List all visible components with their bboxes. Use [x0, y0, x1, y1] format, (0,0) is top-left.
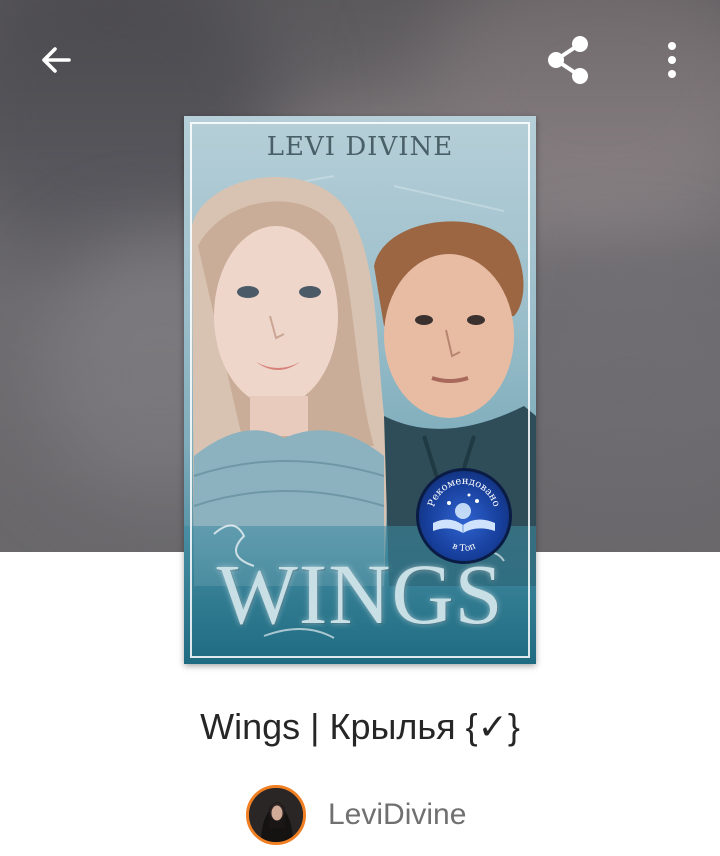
- story-title: Wings | Крылья {✓}: [200, 706, 520, 747]
- story-details-screen: LEVI DIVINE Рекомендовано в Топ WINGS Wi…: [0, 0, 720, 856]
- book-cover[interactable]: LEVI DIVINE Рекомендовано в Топ WINGS: [184, 116, 536, 664]
- author-name[interactable]: LeviDivine: [328, 798, 466, 832]
- more-options-button[interactable]: [644, 32, 700, 88]
- cover-author-text: LEVI DIVINE: [266, 132, 454, 162]
- avatar-image: [249, 788, 303, 842]
- share-icon: [548, 36, 588, 84]
- back-button[interactable]: [28, 32, 84, 88]
- arrow-left-icon: [42, 47, 71, 73]
- more-vertical-icon: [668, 42, 676, 78]
- author-avatar[interactable]: [246, 785, 306, 845]
- share-button[interactable]: [540, 32, 596, 88]
- cover-title-text: WINGS: [216, 546, 504, 642]
- author-link[interactable]: LeviDivine: [246, 784, 466, 846]
